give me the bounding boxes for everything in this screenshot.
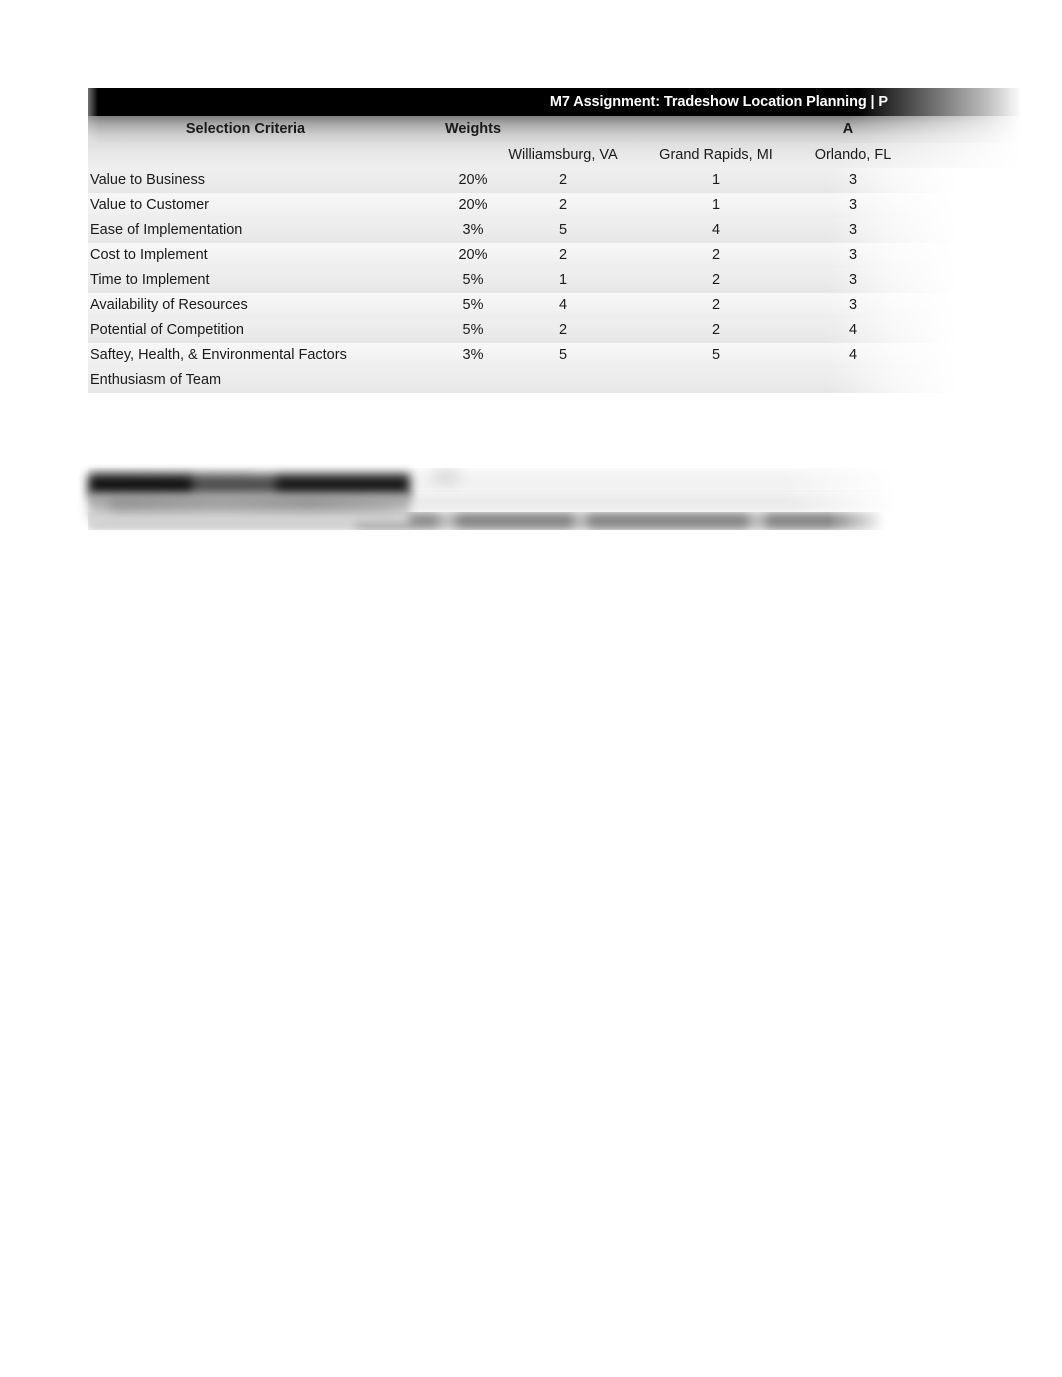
cell-criteria: Value to Customer	[90, 197, 210, 213]
table-row[interactable]: Potential of Competition 5% 2 2 4	[88, 318, 1022, 343]
scoring-key-body-text	[110, 500, 390, 510]
table-row[interactable]: Time to Implement 5% 1 2 3	[88, 268, 1022, 293]
table-row[interactable]: Enthusiasm of Team	[88, 368, 1022, 393]
cell-criteria: Value to Business	[90, 172, 205, 188]
cell-criteria: Enthusiasm of Team	[90, 372, 222, 388]
cell-score-2: 3	[848, 197, 858, 213]
table-row[interactable]: Cost to Implement 20% 2 2 3	[88, 243, 1022, 268]
scoring-key-block	[88, 470, 410, 526]
cell-criteria: Time to Implement	[90, 272, 210, 288]
matrix-header-row: Selection Criteria Weights A	[88, 116, 1022, 143]
cell-score-0: 1	[558, 272, 568, 288]
matrix-title-text: M7 Assignment: Tradeshow Location Planni…	[549, 94, 888, 110]
column-header-alternatives: A	[842, 121, 854, 137]
column-header-location-0: Williamsburg, VA	[508, 147, 618, 163]
table-row[interactable]: Saftey, Health, & Environmental Factors …	[88, 343, 1022, 368]
cell-score-2: 3	[848, 172, 858, 188]
cell-score-2: 3	[848, 272, 858, 288]
table-row[interactable]: Availability of Resources 5% 4 2 3	[88, 293, 1022, 318]
cell-score-1: 2	[711, 247, 721, 263]
scoring-key-header-bar	[88, 474, 410, 496]
table-row[interactable]: Value to Customer 20% 2 1 3	[88, 193, 1022, 218]
matrix-body: Value to Business 20% 2 1 3 Value to Cus…	[88, 168, 1022, 530]
cell-score-2: 3	[848, 297, 858, 313]
cell-criteria: Saftey, Health, & Environmental Factors	[90, 347, 347, 363]
cell-criteria: Availability of Resources	[90, 297, 248, 313]
cell-score-1: 2	[711, 322, 721, 338]
column-header-location-1: Grand Rapids, MI	[659, 147, 773, 163]
column-header-location-2: Orlando, FL	[814, 147, 892, 163]
cell-score-0: 2	[558, 322, 568, 338]
spreadsheet-canvas: M7 Assignment: Tradeshow Location Planni…	[0, 0, 1062, 1377]
matrix-subheader-row: Williamsburg, VA Grand Rapids, MI Orland…	[88, 143, 1022, 168]
cell-criteria: Ease of Implementation	[90, 222, 243, 238]
table-row[interactable]: Value to Business 20% 2 1 3	[88, 168, 1022, 193]
cell-score-2: 3	[848, 247, 858, 263]
cell-score-1: 5	[711, 347, 721, 363]
cell-score-0: 4	[558, 297, 568, 313]
cell-score-1: 2	[711, 272, 721, 288]
cell-score-0: 5	[558, 347, 568, 363]
cell-score-0: 2	[558, 172, 568, 188]
table-row[interactable]: Ease of Implementation 3% 5 4 3	[88, 218, 1022, 243]
cell-score-2: 4	[848, 322, 858, 338]
cell-score-1: 2	[711, 297, 721, 313]
cell-score-1: 4	[711, 222, 721, 238]
cell-score-1: 1	[711, 172, 721, 188]
cell-score-2: 4	[848, 347, 858, 363]
cell-score-2: 3	[848, 222, 858, 238]
cell-score-0: 2	[558, 197, 568, 213]
column-header-selection-criteria: Selection Criteria	[185, 121, 306, 137]
cell-criteria: Potential of Competition	[90, 322, 244, 338]
obscured-value	[433, 468, 459, 486]
cell-criteria: Cost to Implement	[90, 247, 208, 263]
cell-score-0: 2	[558, 247, 568, 263]
cell-score-0: 5	[558, 222, 568, 238]
scoring-key-body	[88, 494, 410, 524]
cell-score-1: 1	[711, 197, 721, 213]
column-header-weights: Weights	[444, 121, 502, 137]
